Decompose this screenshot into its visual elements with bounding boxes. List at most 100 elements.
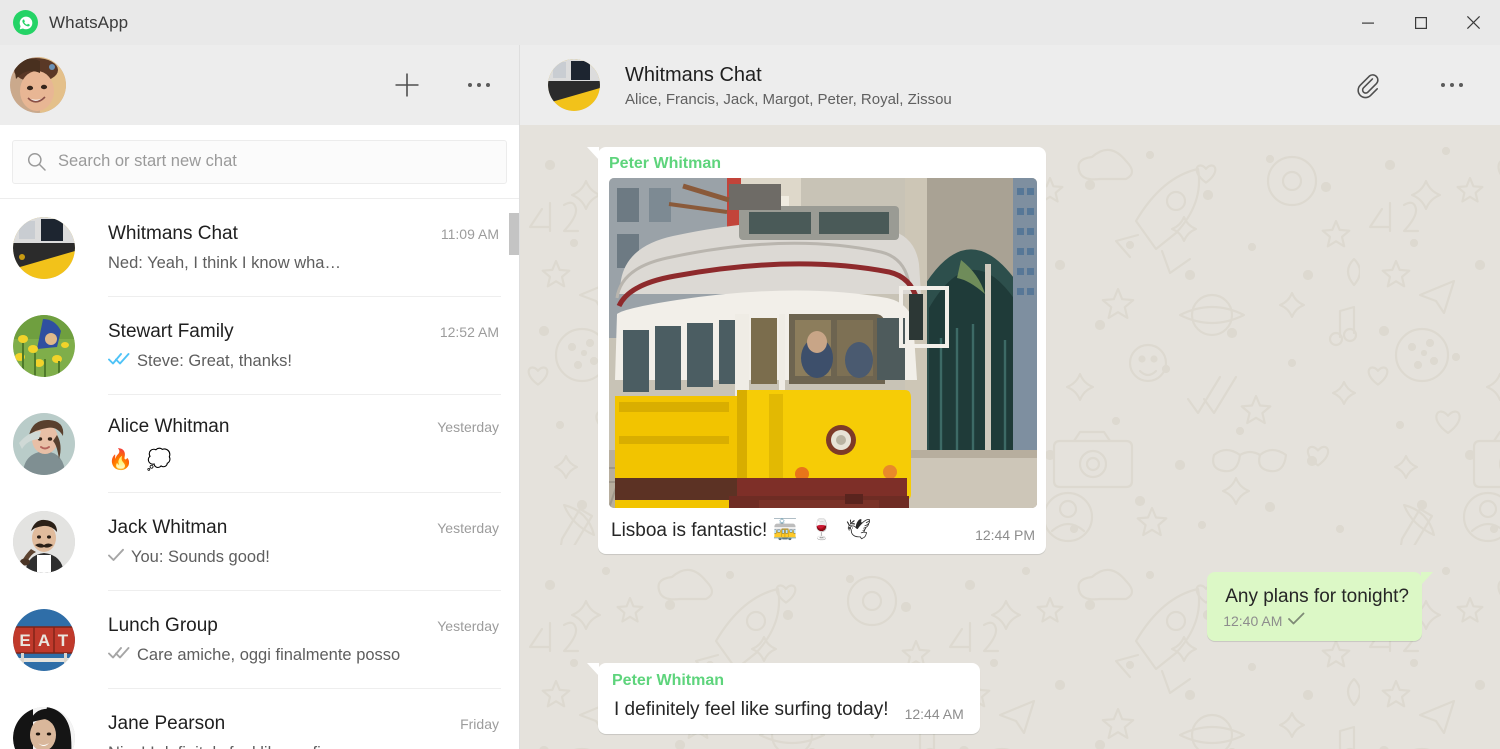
message-scroll[interactable]: Peter Whitman [520,125,1500,749]
page-title: Whitmans Chat [625,63,952,88]
list-item-bottom: Nice! I definitely feel like surfing [108,744,499,749]
avatar [13,217,75,279]
sent-receipt-icon [108,548,124,567]
chat-list-scrollbar[interactable] [509,199,519,749]
list-item-bottom: Ned: Yeah, I think I know wha… [108,254,499,273]
dots-glyph [468,83,490,87]
message-time: 12:40 AM [1223,613,1282,629]
list-item-top: Lunch Group Yesterday [108,615,499,637]
list-item-body: Alice Whitman Yesterday 🔥 💭 [108,395,501,493]
list-item-body: Jane Pearson Friday Nice! I definitely f… [108,689,501,749]
chat-snippet: Nice! I definitely feel like surfing [108,744,339,749]
list-item-body: Whitmans Chat 11:09 AM Ned: Yeah, I thin… [108,199,501,297]
chat-time: Yesterday [427,618,499,634]
message-row: Peter Whitman I definitely feel like sur… [520,663,1500,733]
chat-pane: Whitmans Chat Alice, Francis, Jack, Marg… [520,45,1500,749]
scrollbar-thumb[interactable] [509,213,519,255]
chat-name: Alice Whitman [108,416,229,438]
search-icon [27,152,46,171]
avatar [13,413,75,475]
message-row: Any plans for tonight? 12:40 AM [520,572,1500,642]
message-sender: Peter Whitman [609,154,1037,175]
chat-name: Jack Whitman [108,517,227,539]
message-row: Peter Whitman [520,147,1500,554]
avatar: EAT [13,609,75,671]
chat-participants: Alice, Francis, Jack, Margot, Peter, Roy… [625,91,952,108]
whatsapp-logo-icon [13,10,38,35]
chat-header-actions [1352,67,1470,103]
list-item-top: Jane Pearson Friday [108,713,499,735]
list-item[interactable]: Jack Whitman Yesterday You: Sounds good! [0,493,519,591]
dots-glyph [1441,83,1463,87]
chat-snippet: Care amiche, oggi finalmente posso [137,646,400,665]
message-text: I definitely feel like surfing today! [612,694,889,725]
more-options-icon[interactable] [461,67,497,103]
chat-time: 12:52 AM [430,324,499,340]
message-text: Any plans for tonight? [1223,581,1409,612]
avatar[interactable] [548,59,600,111]
maximize-button[interactable] [1394,0,1447,45]
chat-snippet: 🔥 💭 [108,447,175,472]
more-options-icon[interactable] [1434,67,1470,103]
message-image[interactable] [609,178,1037,508]
list-item-bottom: You: Sounds good! [108,548,499,567]
chat-time: Friday [450,716,499,732]
chat-name: Stewart Family [108,321,234,343]
message-time: 12:44 AM [905,706,964,722]
delivered-receipt-icon [108,646,130,665]
list-item[interactable]: Stewart Family 12:52 AM Steve: Great, th… [0,297,519,395]
read-receipt-icon [108,352,130,371]
message-emoji: 🚋 🍷 🕊 [773,519,874,541]
chat-snippet: You: Sounds good! [131,548,270,567]
title-bar: WhatsApp [0,0,1500,45]
list-item-bottom: Steve: Great, thanks! [108,352,499,371]
chat-name: Whitmans Chat [108,223,238,245]
list-item[interactable]: Jane Pearson Friday Nice! I definitely f… [0,689,519,749]
list-item-bottom: Care amiche, oggi finalmente posso [108,646,499,665]
sidebar-header-actions [389,67,497,103]
message-text: Lisboa is fantastic! 🚋 🍷 🕊 [609,514,874,546]
title-bar-left: WhatsApp [0,10,128,35]
chat-header: Whitmans Chat Alice, Francis, Jack, Marg… [520,45,1500,125]
message-area[interactable]: Peter Whitman [520,125,1500,749]
message-bubble-incoming[interactable]: Peter Whitman [598,147,1046,554]
svg-text:A: A [38,631,50,650]
chat-time: Yesterday [427,419,499,435]
list-item[interactable]: Whitmans Chat 11:09 AM Ned: Yeah, I thin… [0,199,519,297]
main-area: Whitmans Chat 11:09 AM Ned: Yeah, I thin… [0,45,1500,749]
search-input[interactable] [58,152,492,171]
list-item-body: Stewart Family 12:52 AM Steve: Great, th… [108,297,501,395]
message-meta: 12:44 AM [905,706,964,725]
chat-name: Lunch Group [108,615,218,637]
close-button[interactable] [1447,0,1500,45]
svg-text:E: E [19,631,30,650]
avatar [13,315,75,377]
list-item-top: Stewart Family 12:52 AM [108,321,499,343]
paperclip-icon[interactable] [1352,67,1388,103]
chat-header-text: Whitmans Chat Alice, Francis, Jack, Marg… [625,63,952,108]
search-box[interactable] [12,140,507,184]
chat-snippet: Ned: Yeah, I think I know wha… [108,254,341,273]
list-item[interactable]: Alice Whitman Yesterday 🔥 💭 [0,395,519,493]
avatar [13,511,75,573]
chat-time: 11:09 AM [431,226,499,242]
list-item-top: Jack Whitman Yesterday [108,517,499,539]
chat-name: Jane Pearson [108,713,225,735]
message-bubble-incoming[interactable]: Peter Whitman I definitely feel like sur… [598,663,980,733]
list-item-body: Lunch Group Yesterday Care amiche, oggi … [108,591,501,689]
message-line: Lisboa is fantastic! 🚋 🍷 🕊 12:44 PM [609,514,1037,546]
plus-icon[interactable] [389,67,425,103]
list-item-top: Alice Whitman Yesterday [108,416,499,438]
chat-list[interactable]: Whitmans Chat 11:09 AM Ned: Yeah, I thin… [0,199,519,749]
message-line: I definitely feel like surfing today! 12… [612,694,966,725]
minimize-button[interactable] [1341,0,1394,45]
avatar[interactable] [10,57,66,113]
list-item[interactable]: EAT Lunch Grou [0,591,519,689]
message-meta: 12:44 PM [975,527,1035,546]
sidebar-header [0,45,519,125]
search-bar [0,125,519,199]
message-time: 12:44 PM [975,527,1035,543]
list-item-body: Jack Whitman Yesterday You: Sounds good! [108,493,501,591]
sidebar: Whitmans Chat 11:09 AM Ned: Yeah, I thin… [0,45,520,749]
message-bubble-outgoing[interactable]: Any plans for tonight? 12:40 AM [1207,572,1422,642]
